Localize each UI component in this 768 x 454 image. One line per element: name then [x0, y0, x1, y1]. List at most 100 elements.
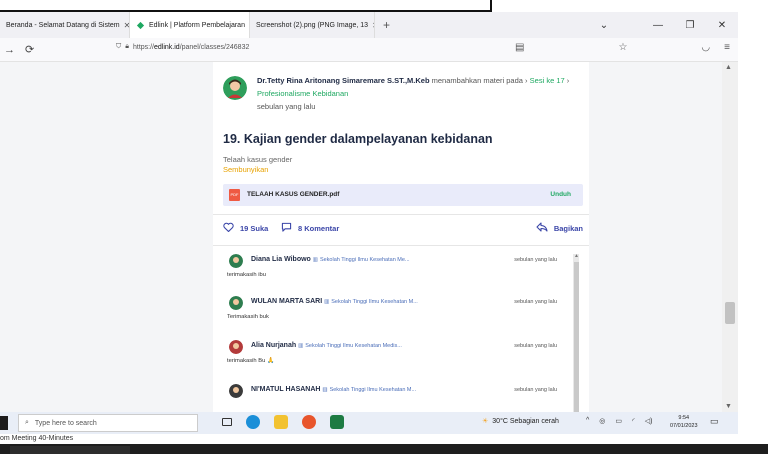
- notification-icon[interactable]: ▭: [710, 416, 719, 427]
- excel-icon[interactable]: [330, 415, 344, 429]
- network-icon[interactable]: ◎: [599, 417, 605, 425]
- commenter-avatar[interactable]: [229, 296, 243, 310]
- material-description: Telaah kasus gender: [223, 155, 293, 164]
- hide-link[interactable]: Sembunyikan: [223, 165, 268, 174]
- minimize-icon[interactable]: —: [642, 20, 674, 31]
- scrollbar-thumb[interactable]: [725, 302, 735, 324]
- scrollbar-thumb[interactable]: [574, 262, 579, 412]
- download-button[interactable]: Unduh: [550, 191, 571, 198]
- reader-view-icon[interactable]: ▤: [515, 42, 524, 53]
- windows-taskbar: ⌕ Type here to search ☀ 30°C Sebagian ce…: [0, 412, 738, 434]
- volume-icon[interactable]: ◁): [645, 417, 653, 425]
- page-scrollbar[interactable]: ▲ ▼: [722, 62, 738, 412]
- heart-icon: [223, 222, 234, 234]
- window-controls: ⌄ — ❐ ✕: [588, 12, 738, 38]
- file-explorer-icon[interactable]: [274, 415, 288, 429]
- tab-edlink[interactable]: Edlink | Platform Pembelajaran ✕: [130, 12, 250, 38]
- scroll-up-icon[interactable]: ▲: [574, 254, 579, 259]
- firefox-icon[interactable]: [302, 415, 316, 429]
- clock-date: 07/01/2023: [670, 423, 698, 429]
- commenter-avatar[interactable]: [229, 254, 243, 268]
- window-close-icon[interactable]: ✕: [706, 20, 738, 31]
- wifi-icon[interactable]: ◜: [632, 417, 635, 425]
- institution-badge-icon: ▥: [312, 257, 318, 263]
- edlink-favicon-icon: [136, 21, 145, 30]
- session-link[interactable]: Sesi ke 17: [530, 76, 565, 85]
- tab-list-chevron-icon[interactable]: ⌄: [588, 20, 620, 31]
- weather-sun-cloud-icon: ☀: [482, 418, 489, 425]
- comment-text: Terimakasih buk: [227, 314, 269, 320]
- search-placeholder: Type here to search: [34, 419, 97, 427]
- divider: [213, 245, 589, 246]
- institution-badge-icon: ▥: [298, 343, 304, 349]
- pocket-icon[interactable]: ◡: [701, 42, 710, 53]
- meeting-toolbar: [0, 444, 768, 454]
- toolbar-icons: ▤ ☆ ◡ ≡: [515, 42, 730, 53]
- close-icon[interactable]: ✕: [372, 21, 374, 30]
- commenter-name[interactable]: Alia Nurjanah: [251, 342, 296, 349]
- commenter-name[interactable]: NI'MATUL HASANAH: [251, 386, 320, 393]
- tab-label: Edlink | Platform Pembelajaran: [149, 21, 245, 29]
- share-button[interactable]: Bagikan: [536, 222, 583, 234]
- attachment-name: TELAAH KASUS GENDER.pdf: [247, 191, 340, 198]
- pdf-file-icon: PDF: [229, 189, 240, 201]
- clock-time: 9:54: [678, 415, 690, 421]
- pinned-apps: [222, 415, 344, 429]
- tab-beranda[interactable]: Beranda - Selamat Datang di Sistem ✕: [0, 12, 130, 38]
- institution-badge-icon: ▥: [322, 387, 328, 393]
- divider: [213, 214, 589, 215]
- topic-link[interactable]: Profesionalisme Kebidanan: [257, 89, 348, 98]
- comment-item: Diana Lia Wibowo ▥ Sekolah Tinggi Ilmu K…: [223, 254, 569, 292]
- scroll-up-icon[interactable]: ▲: [725, 64, 732, 71]
- comments-button[interactable]: 8 Komentar: [281, 222, 339, 234]
- weather-widget[interactable]: ☀ 30°C Sebagian cerah: [482, 417, 559, 426]
- like-button[interactable]: 19 Suka: [223, 222, 268, 234]
- shield-icon: ⛉: [116, 43, 122, 50]
- commenter-name[interactable]: WULAN MARTA SARI: [251, 298, 322, 305]
- material-title: 19. Kajian gender dalampelayanan kebidan…: [223, 132, 493, 146]
- commenter-institution: Sekolah Tinggi Ilmu Kesehatan Medis...: [305, 343, 402, 349]
- weather-text: 30°C Sebagian cerah: [492, 417, 559, 425]
- tab-label: Screenshot (2).png (PNG Image, 13: [256, 21, 369, 29]
- start-button[interactable]: [0, 416, 8, 430]
- lock-icon: 🔒︎: [125, 43, 129, 50]
- commenter-avatar[interactable]: [229, 340, 243, 354]
- taskbar-search-box[interactable]: ⌕ Type here to search: [18, 414, 198, 432]
- post-action-text: menambahkan materi pada: [431, 76, 523, 85]
- battery-icon[interactable]: ▭: [615, 417, 622, 425]
- meeting-toolbar-button[interactable]: [10, 446, 130, 454]
- institution-badge-icon: ▥: [324, 299, 330, 305]
- attachment-row[interactable]: PDF TELAAH KASUS GENDER.pdf Unduh: [223, 184, 583, 206]
- comment-item: Alia Nurjanah ▥ Sekolah Tinggi Ilmu Kese…: [223, 340, 569, 378]
- commenter-institution: Sekolah Tinggi Ilmu Kesehatan Me...: [319, 257, 410, 263]
- tab-screenshot[interactable]: Screenshot (2).png (PNG Image, 13 ✕: [250, 12, 375, 38]
- new-tab-plus-icon[interactable]: +: [383, 18, 390, 32]
- tray-chevron-icon[interactable]: ^: [586, 417, 589, 425]
- comment-time: sebulan yang lalu: [514, 387, 557, 393]
- tab-label: Beranda - Selamat Datang di Sistem: [6, 21, 120, 29]
- chevron-right-icon: ›: [566, 76, 570, 85]
- maximize-icon[interactable]: ❐: [674, 20, 706, 31]
- browser-tab-strip: Beranda - Selamat Datang di Sistem ✕ Edl…: [0, 12, 738, 38]
- scroll-down-icon[interactable]: ▼: [725, 403, 732, 410]
- address-bar[interactable]: ⛉ 🔒︎ https://edlink.id/panel/classes/246…: [116, 43, 249, 51]
- reload-icon[interactable]: ⟳: [25, 43, 34, 56]
- system-tray: ^ ◎ ▭ ◜ ◁): [586, 417, 652, 425]
- bookmark-star-icon[interactable]: ☆: [618, 42, 627, 53]
- edge-browser-icon[interactable]: [246, 415, 260, 429]
- forward-arrow-icon[interactable]: →: [4, 44, 15, 56]
- author-name[interactable]: Dr.Tetty Rina Aritonang Simaremare S.ST.…: [257, 76, 430, 85]
- author-avatar[interactable]: [223, 76, 247, 100]
- material-post-card: Dr.Tetty Rina Aritonang Simaremare S.ST.…: [213, 62, 589, 412]
- comment-bubble-icon: [281, 222, 292, 234]
- commenter-name[interactable]: Diana Lia Wibowo: [251, 256, 311, 263]
- task-view-icon[interactable]: [222, 418, 232, 426]
- commenter-avatar[interactable]: [229, 384, 243, 398]
- comments-count: 8 Komentar: [298, 223, 340, 233]
- taskbar-clock[interactable]: 9:54 07/01/2023: [670, 414, 698, 430]
- menu-hamburger-icon[interactable]: ≡: [724, 42, 730, 53]
- navigation-bar: → ⟳ ⛉ 🔒︎ https://edlink.id/panel/classes…: [0, 38, 738, 62]
- comment-time: sebulan yang lalu: [514, 343, 557, 349]
- url-path: /panel/classes/246832: [179, 43, 250, 51]
- comments-scrollbar[interactable]: ▲: [573, 254, 579, 412]
